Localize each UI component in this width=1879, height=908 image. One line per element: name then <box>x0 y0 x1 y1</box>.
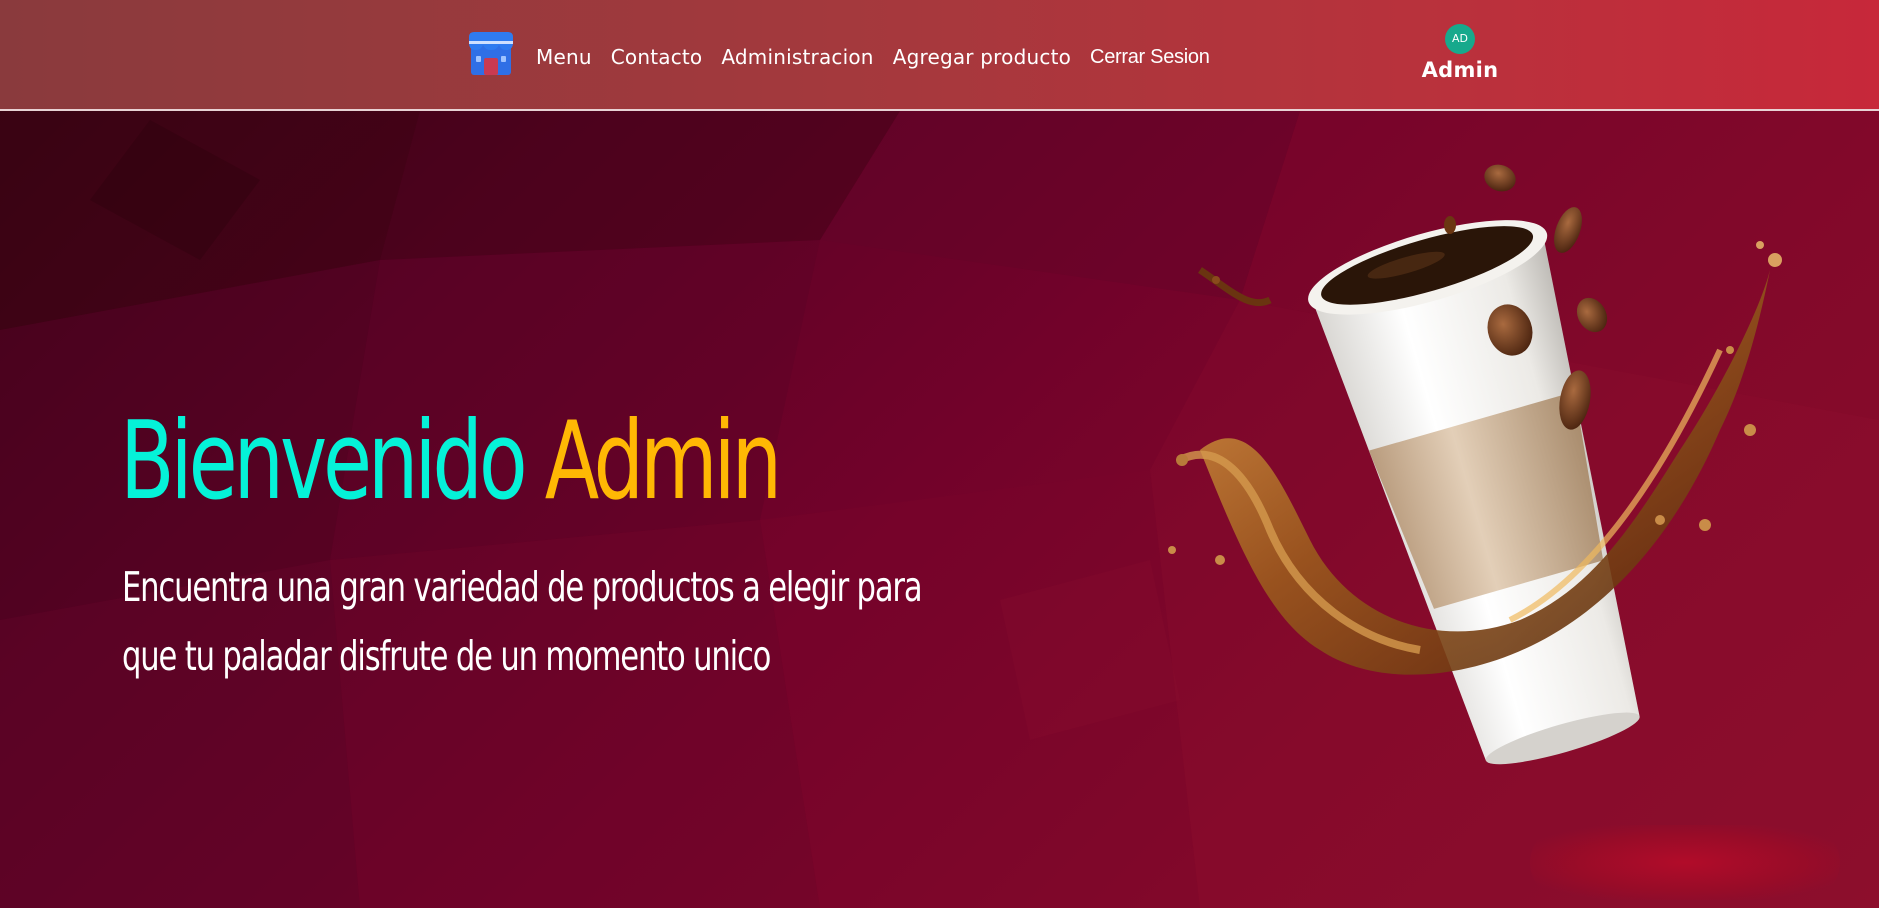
hero-title-greeting: Bienvenido <box>120 399 528 524</box>
hero-subtitle: Encuentra una gran variedad de productos… <box>122 553 1118 691</box>
avatar[interactable]: AD <box>1445 24 1475 54</box>
coffee-cup-splash-image <box>1168 164 1782 765</box>
user-profile[interactable]: AD Admin <box>1418 24 1502 82</box>
page: Menu Contacto Administracion Agregar pro… <box>0 0 1879 908</box>
hero-subtitle-line-2: que tu paladar disfrute de un momento un… <box>122 632 771 680</box>
nav-link-contacto[interactable]: Contacto <box>611 45 703 69</box>
decorative-glow <box>1530 825 1840 900</box>
hero-title-username: Admin <box>544 399 782 524</box>
user-name: Admin <box>1421 58 1499 82</box>
main-nav: Menu Contacto Administracion Agregar pro… <box>536 42 1229 72</box>
hero-subtitle-line-1: Encuentra una gran variedad de productos… <box>122 563 923 611</box>
nav-link-menu[interactable]: Menu <box>536 45 592 69</box>
hero-title: Bienvenido Admin <box>120 398 782 526</box>
top-navbar: Menu Contacto Administracion Agregar pro… <box>0 0 1879 111</box>
logout-link[interactable]: Cerrar Sesion <box>1090 46 1210 69</box>
store-icon[interactable] <box>467 31 515 77</box>
nav-link-agregar-producto[interactable]: Agregar producto <box>893 45 1071 69</box>
nav-link-administracion[interactable]: Administracion <box>721 45 873 69</box>
